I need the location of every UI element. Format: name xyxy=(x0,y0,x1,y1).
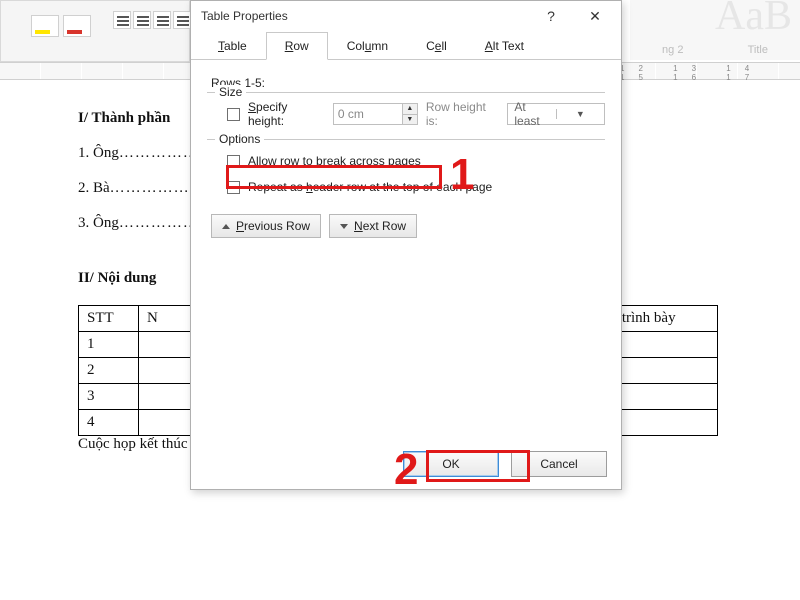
specify-height-checkbox[interactable] xyxy=(227,108,240,121)
ribbon-fragment-left xyxy=(0,0,190,62)
tab-cell[interactable]: Cell xyxy=(407,32,466,60)
options-legend: Options xyxy=(215,132,264,146)
allow-break-label: Allow row to break across pages xyxy=(248,154,421,168)
dialog-body: Rows 1-5: Size Specify height: ▲▼ Row he… xyxy=(191,60,621,489)
annotation-number-1: 1 xyxy=(450,150,474,200)
tab-table-rest: able xyxy=(224,39,247,53)
style-preview-ghost: AaB xyxy=(715,0,792,40)
triangle-up-icon xyxy=(222,224,230,229)
col-stt: STT xyxy=(79,306,139,332)
align-justify-button[interactable] xyxy=(173,11,191,29)
tab-alt-text[interactable]: Alt Text xyxy=(466,32,543,60)
size-fieldset: Size Specify height: ▲▼ Row height is: A… xyxy=(207,92,605,131)
tab-row[interactable]: Row xyxy=(266,32,328,60)
allow-break-checkbox[interactable] xyxy=(227,155,240,168)
annotation-number-2: 2 xyxy=(394,445,418,495)
ribbon-fragment-right: AaB ng 2 Title xyxy=(630,0,800,60)
ruler-ticks: 12 13 14 15 16 17 xyxy=(620,64,800,82)
rows-range-label: Rows 1-5: xyxy=(211,76,605,90)
style-label-title: Title xyxy=(748,44,768,56)
style-label-heading2: ng 2 xyxy=(662,44,683,56)
next-row-button[interactable]: Next Row xyxy=(329,214,417,238)
cancel-button[interactable]: Cancel xyxy=(511,451,607,477)
tab-table[interactable]: Table xyxy=(199,32,266,60)
spinner-down-icon[interactable]: ▼ xyxy=(402,114,418,125)
options-fieldset: Options Allow row to break across pages … xyxy=(207,139,605,204)
align-center-button[interactable] xyxy=(133,11,151,29)
help-button[interactable]: ? xyxy=(529,1,573,31)
repeat-header-checkbox[interactable] xyxy=(227,181,240,194)
triangle-down-icon xyxy=(340,224,348,229)
tab-column[interactable]: Column xyxy=(328,32,407,60)
tab-row-rest: ow xyxy=(293,39,308,53)
highlight-color-button[interactable] xyxy=(31,15,59,37)
size-legend: Size xyxy=(215,85,246,99)
height-spinner[interactable]: ▲▼ xyxy=(402,103,418,125)
close-button[interactable]: ✕ xyxy=(573,1,617,31)
row-nav-buttons: Previous Row Next Row xyxy=(211,214,605,238)
height-input-group: ▲▼ xyxy=(333,103,418,125)
font-color-button[interactable] xyxy=(63,15,91,37)
specify-height-label: Specify height: xyxy=(248,100,325,128)
table-properties-dialog: Table Properties ? ✕ Table Row Column Ce… xyxy=(190,0,622,490)
align-left-button[interactable] xyxy=(113,11,131,29)
dialog-titlebar[interactable]: Table Properties ? ✕ xyxy=(191,1,621,31)
dialog-tabs: Table Row Column Cell Alt Text xyxy=(191,31,621,60)
spinner-up-icon[interactable]: ▲ xyxy=(402,103,418,114)
dialog-action-buttons: OK Cancel xyxy=(403,451,607,477)
row-height-mode-value: At least xyxy=(508,100,555,128)
alignment-group xyxy=(113,11,191,29)
align-right-button[interactable] xyxy=(153,11,171,29)
height-input[interactable] xyxy=(333,103,403,125)
previous-row-button[interactable]: Previous Row xyxy=(211,214,321,238)
row-height-mode-select[interactable]: At least ▼ xyxy=(507,103,605,125)
dialog-title: Table Properties xyxy=(201,9,288,23)
row-height-is-label: Row height is: xyxy=(426,100,500,128)
chevron-down-icon: ▼ xyxy=(556,109,604,119)
